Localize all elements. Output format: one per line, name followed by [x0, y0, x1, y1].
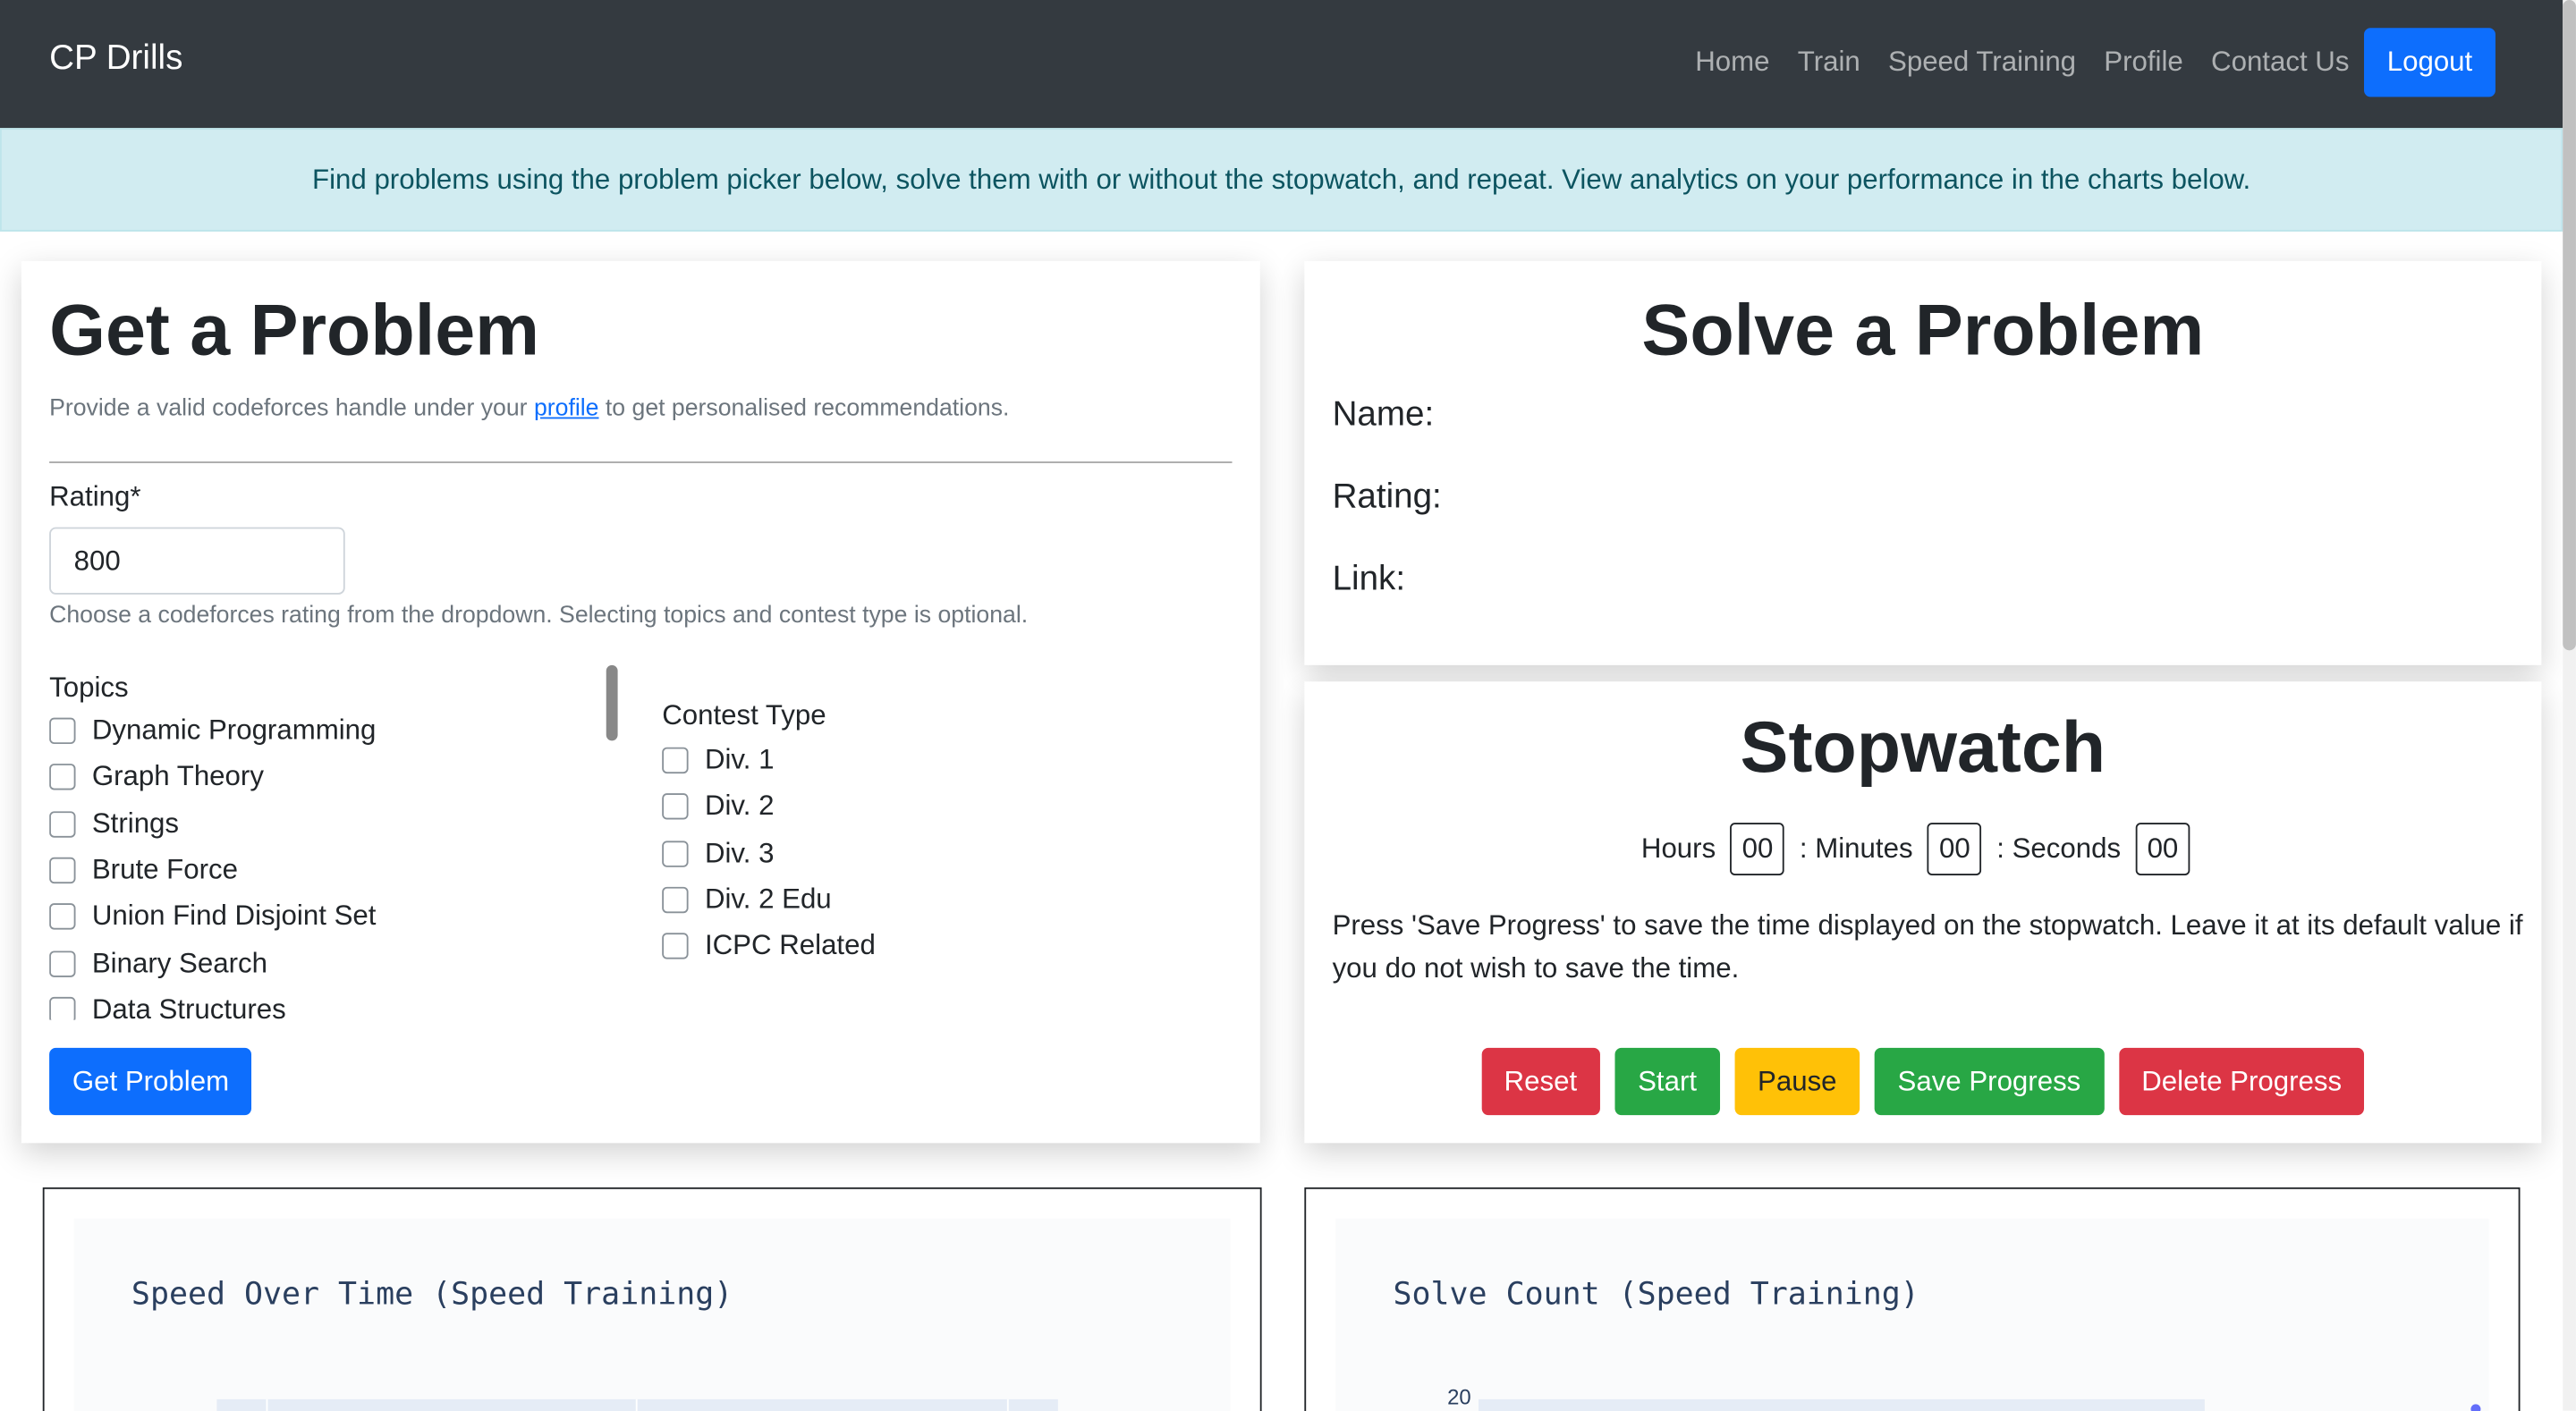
nav-link-profile[interactable]: Profile — [2104, 28, 2183, 97]
contest-type-list: Div. 1 Div. 2 Div. 3 Div. 2 Edu ICPC Rel… — [662, 738, 876, 970]
contest-type-label: Contest Type — [662, 699, 826, 731]
navbar: CP Drills Home Train Speed Training Prof… — [0, 0, 2563, 129]
contest-label: Div. 2 Edu — [704, 883, 832, 916]
subtitle-text-before: Provide a valid codeforces handle under … — [49, 395, 534, 423]
topic-checkbox[interactable] — [49, 810, 76, 838]
problem-name-label: Name: — [1332, 395, 1435, 434]
topic-checkbox[interactable] — [49, 903, 76, 931]
stopwatch-card: Stopwatch Hours 00 : Minutes 00 : Second… — [1304, 681, 2542, 1144]
speed-over-time-chart: Speed Over Time (Speed Training) — [42, 1187, 1262, 1411]
get-problem-card: Get a Problem Provide a valid codeforces… — [21, 261, 1260, 1144]
get-problem-title: Get a Problem — [49, 291, 540, 372]
delete-progress-button[interactable]: Delete Progress — [2118, 1047, 2365, 1116]
contest-item[interactable]: ICPC Related — [662, 924, 876, 970]
contest-label: Div. 3 — [704, 837, 775, 869]
topic-label: Strings — [91, 807, 180, 840]
nav-link-home[interactable]: Home — [1695, 28, 1769, 97]
topic-item[interactable]: Brute Force — [49, 848, 607, 894]
seconds-label: : Seconds — [1996, 832, 2122, 865]
profile-link[interactable]: profile — [534, 396, 599, 422]
topic-checkbox[interactable] — [49, 950, 76, 977]
topic-checkbox[interactable] — [49, 764, 76, 791]
topic-checkbox[interactable] — [49, 996, 76, 1020]
contest-label: Div. 2 — [704, 790, 775, 823]
rating-label: Rating* — [49, 481, 141, 513]
info-alert: Find problems using the problem picker b… — [0, 128, 2563, 232]
contest-label: Div. 1 — [704, 744, 775, 776]
topic-label: Brute Force — [91, 854, 238, 886]
contest-item[interactable]: Div. 1 — [662, 738, 876, 784]
brand-logo[interactable]: CP Drills — [49, 39, 182, 79]
divider — [49, 461, 1233, 463]
contest-label: ICPC Related — [704, 930, 876, 962]
y-tick-label: 20 — [1447, 1384, 1471, 1409]
plot-area[interactable] — [1479, 1398, 2205, 1411]
rating-help-text: Choose a codeforces rating from the drop… — [49, 603, 1029, 629]
contest-checkbox[interactable] — [662, 840, 689, 867]
topic-item[interactable]: Binary Search — [49, 940, 607, 986]
chart-title: Solve Count (Speed Training) — [1393, 1276, 1919, 1313]
problem-link-label: Link: — [1332, 560, 1406, 598]
chart-title: Speed Over Time (Speed Training) — [131, 1276, 733, 1313]
rating-select[interactable]: 800 — [49, 527, 345, 595]
subtitle-text-after: to get personalised recommendations. — [598, 395, 1010, 423]
solve-problem-card: Solve a Problem Name: Rating: Link: — [1304, 261, 2542, 665]
topics-scrollbar[interactable] — [606, 664, 618, 741]
page-scrollbar-thumb[interactable] — [2563, 0, 2576, 651]
topic-item[interactable]: Dynamic Programming — [49, 708, 607, 755]
chart-panel: Solve Count (Speed Training) 20 — [1335, 1218, 2489, 1411]
gridline — [635, 1398, 638, 1411]
topic-item[interactable]: Graph Theory — [49, 755, 607, 801]
chart-panel: Speed Over Time (Speed Training) — [73, 1218, 1231, 1411]
hours-label: Hours — [1640, 832, 1716, 865]
contest-item[interactable]: Div. 2 — [662, 784, 876, 831]
topic-item[interactable]: Strings — [49, 801, 607, 848]
problem-rating-label: Rating: — [1332, 477, 1442, 516]
topics-label: Topics — [49, 672, 129, 704]
save-progress-button[interactable]: Save Progress — [1874, 1047, 2105, 1116]
reset-button[interactable]: Reset — [1480, 1047, 1600, 1116]
stopwatch-title: Stopwatch — [1740, 707, 2106, 789]
minutes-field[interactable]: 00 — [1928, 823, 1982, 875]
page-scrollbar-track[interactable] — [2563, 0, 2576, 1411]
topic-label: Binary Search — [91, 947, 267, 978]
topic-item[interactable]: Union Find Disjoint Set — [49, 894, 607, 941]
contest-item[interactable]: Div. 2 Edu — [662, 877, 876, 924]
contest-checkbox[interactable] — [662, 933, 689, 960]
nav-links: Home Train Speed Training Profile Contac… — [1667, 28, 2496, 97]
start-button[interactable]: Start — [1614, 1047, 1720, 1116]
seconds-field[interactable]: 00 — [2135, 823, 2190, 875]
plot-area[interactable] — [216, 1398, 1058, 1411]
topic-label: Union Find Disjoint Set — [91, 900, 377, 933]
pause-button[interactable]: Pause — [1734, 1047, 1860, 1116]
nav-link-train[interactable]: Train — [1798, 28, 1860, 97]
stopwatch-description: Press 'Save Progress' to save the time d… — [1332, 909, 2523, 984]
topic-checkbox[interactable] — [49, 717, 76, 745]
gridline — [266, 1398, 268, 1411]
topics-list[interactable]: Dynamic Programming Graph Theory Strings… — [49, 708, 607, 1020]
topic-checkbox[interactable] — [49, 857, 76, 884]
contest-checkbox[interactable] — [662, 886, 689, 914]
page: CP Drills Home Train Speed Training Prof… — [0, 0, 2576, 1411]
get-problem-button[interactable]: Get Problem — [49, 1047, 252, 1116]
stopwatch-display: Hours 00 : Minutes 00 : Seconds 00 — [1304, 823, 2541, 875]
topic-label: Dynamic Programming — [91, 714, 377, 747]
get-problem-subtitle: Provide a valid codeforces handle under … — [49, 396, 1009, 422]
logout-button[interactable]: Logout — [2364, 28, 2496, 97]
topic-label: Data Structures — [91, 993, 286, 1020]
solve-problem-title: Solve a Problem — [1641, 291, 2205, 372]
data-point — [2470, 1404, 2481, 1411]
contest-checkbox[interactable] — [662, 747, 689, 774]
nav-link-contact-us[interactable]: Contact Us — [2211, 28, 2349, 97]
contest-item[interactable]: Div. 3 — [662, 831, 876, 877]
stopwatch-buttons: Reset Start Pause Save Progress Delete P… — [1304, 1047, 2541, 1116]
minutes-label: : Minutes — [1799, 832, 1913, 865]
nav-link-speed-training[interactable]: Speed Training — [1888, 28, 2076, 97]
gridline — [1006, 1398, 1009, 1411]
topic-item[interactable]: Data Structures — [49, 986, 607, 1020]
contest-checkbox[interactable] — [662, 793, 689, 821]
hours-field[interactable]: 00 — [1730, 823, 1785, 875]
solve-count-chart: Solve Count (Speed Training) 20 — [1304, 1187, 2521, 1411]
topic-label: Graph Theory — [91, 761, 264, 793]
